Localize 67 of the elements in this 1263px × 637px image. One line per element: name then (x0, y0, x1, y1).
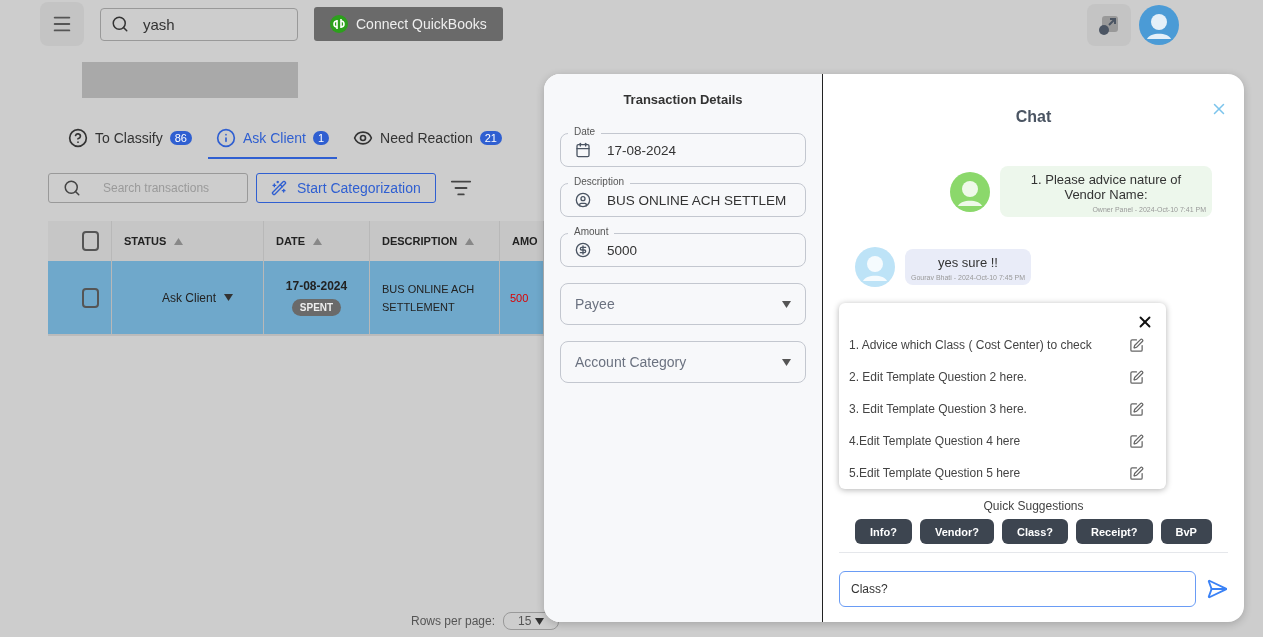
suggestion-chip[interactable]: Vendor? (919, 519, 994, 544)
template-question[interactable]: 1. Advice which Class ( Cost Center) to check (849, 338, 1092, 352)
edit-button[interactable] (1129, 369, 1144, 385)
select-field[interactable]: Payee (560, 283, 806, 325)
template-question[interactable]: 3. Edit Template Question 3 here. (849, 402, 1027, 416)
quickbooks-logo-icon (330, 15, 348, 33)
status-dropdown[interactable]: Ask Client (112, 261, 264, 334)
categorization-button[interactable]: Start Categorization (256, 173, 436, 203)
template-question[interactable]: 4.Edit Template Question 4 here (849, 434, 1021, 448)
spent-badge: SPENT (291, 299, 342, 316)
suggestion-chip[interactable]: Class? (1001, 519, 1069, 544)
info-icon (215, 128, 236, 148)
caret-icon (224, 294, 234, 301)
edit-button[interactable] (1129, 401, 1144, 417)
rows-per-page-label: Rows per page: (411, 614, 496, 628)
caret-icon (782, 300, 791, 308)
checkbox[interactable] (82, 231, 99, 251)
template-question[interactable]: 2. Edit Template Question 2 here. (849, 370, 1027, 384)
select-field[interactable]: Account Category (560, 341, 806, 383)
checkbox[interactable] (82, 287, 99, 308)
field-label: Amount (568, 226, 615, 237)
expand-button[interactable] (1087, 4, 1131, 46)
caret-icon (534, 618, 544, 625)
magic-wand-icon (271, 180, 287, 196)
search-field[interactable]: yash (100, 7, 298, 41)
chat-title: Chat (1015, 108, 1052, 126)
menu-button[interactable] (40, 2, 84, 46)
calendar-icon (575, 142, 591, 158)
suggestions-label: Quick Suggestions (983, 499, 1084, 513)
column-header[interactable]: DESCRIPTION (382, 235, 458, 247)
edit-button[interactable] (1129, 337, 1144, 353)
avatar (1139, 5, 1179, 45)
connect-button[interactable]: Connect QuickBooks (314, 7, 503, 41)
eye-icon (353, 128, 374, 148)
field-label: Date (568, 126, 602, 137)
caret-icon (782, 358, 791, 366)
column-header[interactable]: AMO (512, 235, 538, 247)
sort-icon (465, 237, 475, 245)
dollar-icon (575, 242, 591, 258)
count-badge: 1 (312, 131, 330, 145)
sort-icon (313, 237, 323, 245)
suggestion-chip[interactable]: Info? (855, 519, 912, 544)
field-label: Description (568, 176, 631, 187)
tab[interactable]: To Classify 86 (60, 120, 200, 159)
panel-title: Transaction Details (622, 92, 744, 107)
edit-button[interactable] (1129, 465, 1144, 481)
count-badge: 86 (169, 131, 192, 145)
column-header[interactable]: STATUS (124, 235, 167, 247)
tab[interactable]: Need Reaction 21 (345, 120, 510, 159)
question-icon (68, 128, 88, 148)
tab[interactable]: Ask Client 1 (207, 120, 338, 159)
count-badge: 21 (479, 131, 502, 145)
column-header[interactable]: DATE (276, 235, 306, 247)
message-input[interactable]: Class? (839, 571, 1196, 607)
search-icon (111, 15, 129, 33)
table-cell: BUS ONLINE ACH SETTLEMENT (370, 261, 500, 334)
table-cell: 17-08-2024 (285, 279, 348, 293)
person-icon (575, 192, 591, 208)
sort-icon (174, 237, 184, 245)
suggestion-chip[interactable]: BvP (1160, 519, 1212, 544)
expand-icon (1097, 13, 1121, 37)
send-button[interactable] (1206, 578, 1228, 600)
suggestion-chip[interactable]: Receipt? (1076, 519, 1153, 544)
table-row[interactable]: Ask Client 17-08-2024 SPENT BUS ONLINE ACH SETTLEMENT 500 (48, 261, 544, 334)
search-icon (63, 179, 81, 197)
edit-button[interactable] (1129, 433, 1144, 449)
template-question[interactable]: 5.Edit Template Question 5 here (849, 466, 1021, 480)
